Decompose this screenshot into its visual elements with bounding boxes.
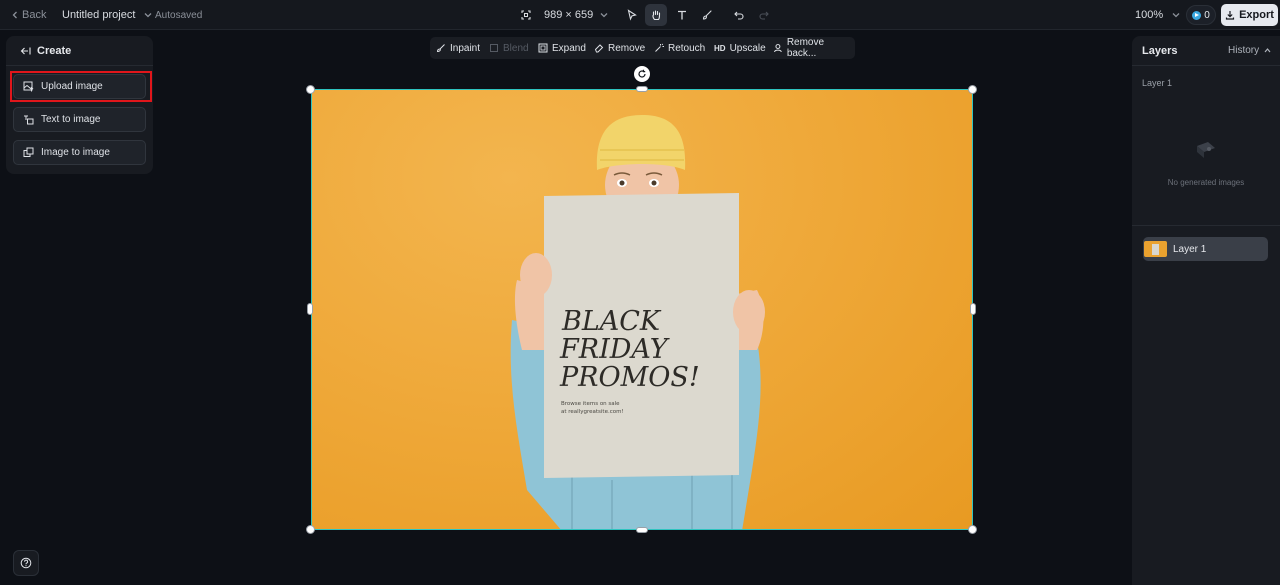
redo-icon (759, 11, 769, 20)
poster-small-text-2: at reallygreatsite.com! (561, 409, 624, 415)
project-title-dropdown[interactable]: Untitled project (62, 0, 153, 30)
layer-thumbnail (1144, 241, 1167, 257)
text-to-image-label: Text to image (41, 114, 101, 125)
blend-button[interactable]: Blend (489, 37, 529, 59)
remove-background-icon (773, 44, 782, 53)
tab-layers[interactable]: Layers (1142, 45, 1177, 57)
rotate-handle[interactable] (634, 66, 650, 82)
chevron-down-icon (144, 13, 152, 18)
upscale-button[interactable]: HD Upscale (714, 37, 766, 59)
hand-tool-button[interactable] (645, 4, 667, 26)
layer-item[interactable]: Layer 1 (1143, 237, 1268, 261)
credit-icon (1192, 10, 1202, 20)
project-title: Untitled project (62, 9, 136, 21)
resize-handle-bottom-right[interactable] (968, 525, 977, 534)
blend-icon (490, 44, 498, 52)
text-tool-button[interactable] (671, 4, 693, 26)
select-tool-button[interactable] (621, 4, 643, 26)
zoom-value: 100% (1135, 9, 1164, 21)
undo-button[interactable] (728, 4, 750, 26)
retouch-button[interactable]: Retouch (654, 37, 705, 59)
help-button[interactable] (13, 550, 39, 576)
expand-icon (538, 43, 548, 53)
tab-history-label: History (1228, 45, 1260, 56)
create-panel-title: Create (37, 44, 72, 57)
layers-panel: Layers History Layer 1 No generated imag… (1132, 36, 1280, 585)
image-to-image-icon (23, 147, 34, 157)
chevron-down-icon (600, 13, 608, 18)
help-icon (20, 557, 32, 569)
resize-handle-right[interactable] (970, 303, 976, 315)
create-panel: Create Upload image Text to image Image … (6, 36, 153, 174)
brush-tool-button[interactable] (696, 4, 718, 26)
cursor-icon (627, 9, 637, 21)
expand-label: Expand (552, 42, 586, 54)
redo-button[interactable] (753, 4, 775, 26)
collapse-left-icon (20, 47, 31, 54)
create-panel-header[interactable]: Create (6, 36, 153, 66)
divider (1132, 225, 1280, 226)
remove-label: Remove (608, 42, 646, 54)
poster-small-text-1: Browse items on sale (561, 401, 620, 407)
resize-handle-top[interactable] (636, 86, 648, 92)
text-to-image-icon (24, 115, 34, 125)
expand-button[interactable]: Expand (538, 37, 586, 59)
credits-count: 0 (1204, 9, 1210, 21)
retouch-label: Retouch (668, 42, 706, 54)
export-label: Export (1239, 9, 1274, 21)
retouch-icon (655, 43, 664, 52)
layer-section-label: Layer 1 (1142, 78, 1173, 88)
poster-line-1: BLACK (561, 306, 662, 337)
tab-history[interactable]: History (1228, 45, 1272, 56)
upscale-label: Upscale (729, 42, 766, 54)
inpaint-icon (436, 44, 445, 53)
inpaint-label: Inpaint (450, 42, 481, 54)
poster-line-3: PROMOS! (559, 362, 700, 393)
text-to-image-button[interactable]: Text to image (13, 107, 146, 132)
chevron-up-icon (1264, 48, 1271, 53)
chevron-down-icon (1172, 13, 1180, 18)
rotate-icon (638, 69, 646, 78)
back-label: Back (22, 9, 47, 21)
canvas-toolbar: Inpaint Blend Expand Remove Retouch HD U… (430, 37, 855, 59)
resize-handle-bottom-left[interactable] (306, 525, 315, 534)
resize-handle-top-left[interactable] (306, 85, 315, 94)
brush-icon (702, 10, 712, 20)
hand-icon (652, 10, 661, 21)
remove-background-button[interactable]: Remove back... (773, 37, 855, 59)
canvas-image[interactable]: BLACK FRIDAY PROMOS! Browse items on sal… (311, 89, 973, 530)
resize-icon (521, 10, 531, 20)
top-bar: Back Untitled project Autosaved 989 × 65… (0, 0, 1280, 30)
resize-handle-top-right[interactable] (968, 85, 977, 94)
download-icon (1225, 11, 1235, 20)
poster-photo: BLACK FRIDAY PROMOS! Browse items on sal… (510, 115, 765, 529)
back-button[interactable]: Back (10, 0, 46, 30)
remove-button[interactable]: Remove (594, 37, 645, 59)
layer-item-label: Layer 1 (1173, 243, 1207, 255)
blend-label: Blend (503, 42, 529, 54)
credits-badge[interactable]: 0 (1186, 5, 1216, 25)
layers-panel-header: Layers History (1132, 36, 1280, 66)
resize-handle-left[interactable] (307, 303, 313, 315)
text-icon (678, 10, 686, 20)
save-status: Autosaved (155, 9, 203, 21)
hd-icon: HD (714, 43, 726, 53)
image-to-image-button[interactable]: Image to image (13, 140, 146, 165)
undo-icon (734, 11, 744, 20)
canvas-size-value: 989 × 659 (544, 9, 594, 21)
canvas-size-dropdown[interactable]: 989 × 659 (520, 0, 609, 30)
poster-line-2: FRIDAY (559, 334, 670, 365)
chevron-left-icon (12, 11, 17, 19)
zoom-dropdown[interactable]: 100% (1135, 0, 1181, 30)
remove-background-label: Remove back... (786, 37, 825, 59)
highlight-box (10, 71, 152, 102)
inpaint-button[interactable]: Inpaint (436, 37, 480, 59)
empty-state-text: No generated images (1167, 178, 1245, 187)
resize-handle-bottom[interactable] (636, 527, 648, 533)
empty-images-icon (1197, 142, 1215, 158)
image-to-image-label: Image to image (41, 147, 110, 158)
eraser-icon (594, 44, 604, 53)
export-button[interactable]: Export (1221, 4, 1278, 26)
